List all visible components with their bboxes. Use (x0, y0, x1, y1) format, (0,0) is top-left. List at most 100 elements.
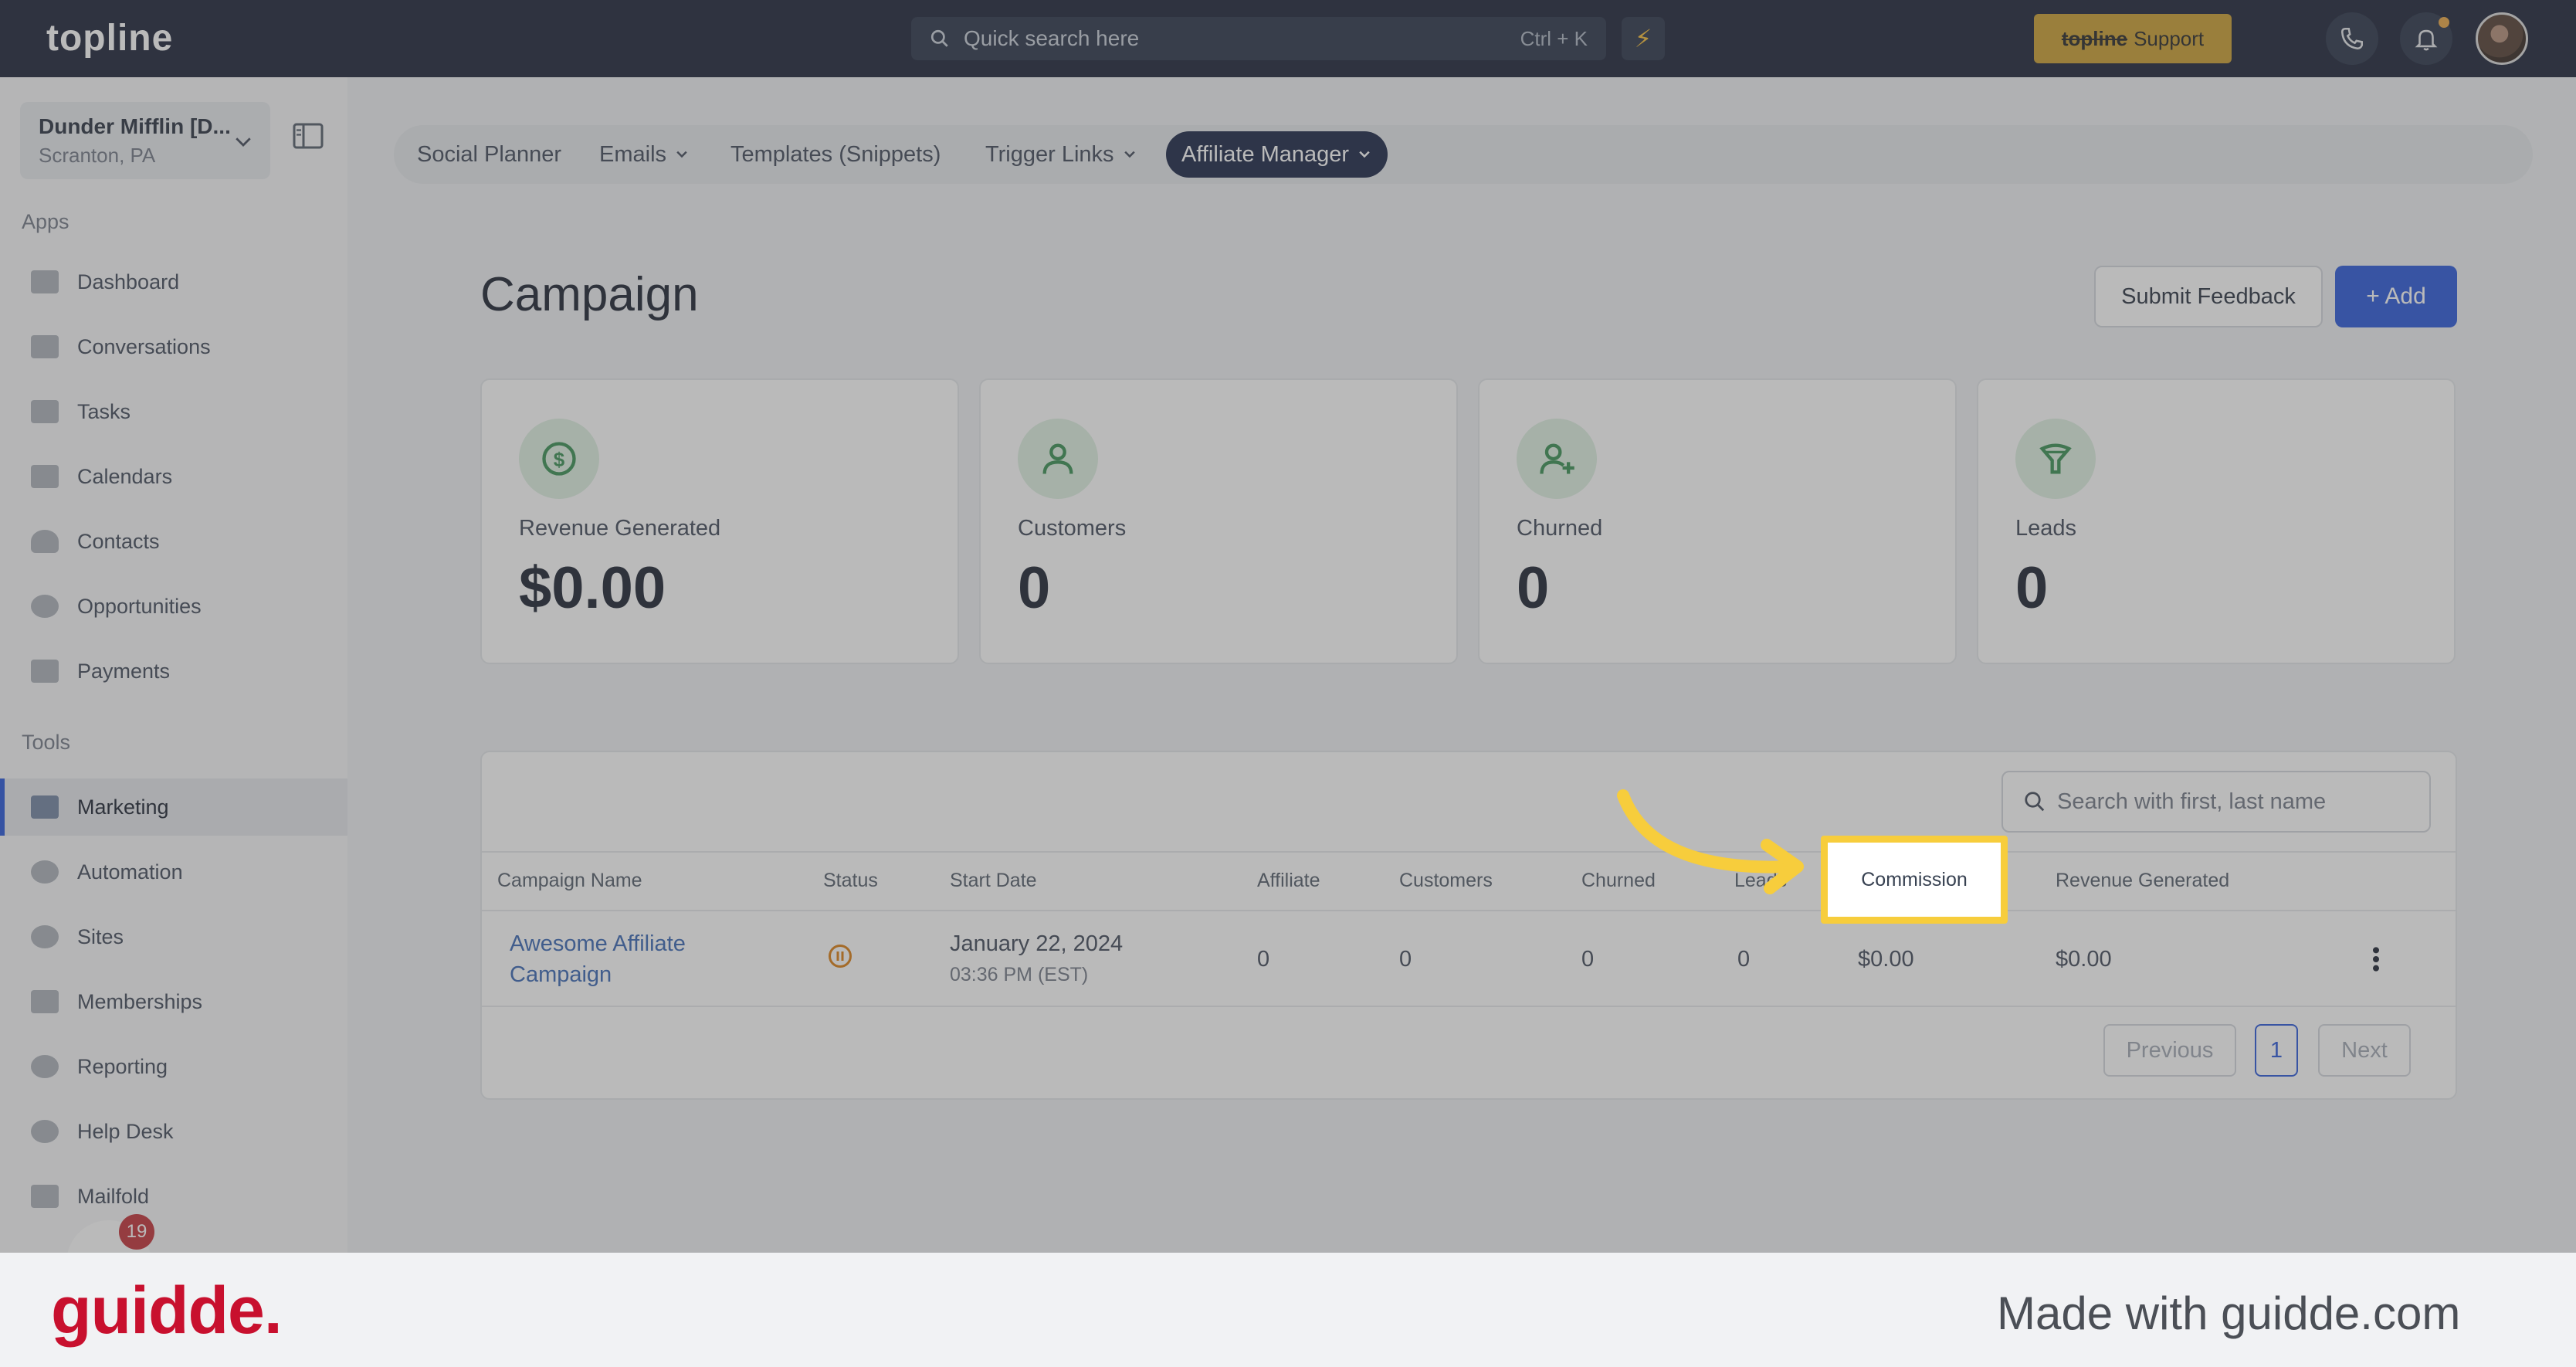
app-logo[interactable]: topline (46, 17, 173, 59)
support-button[interactable]: topline Support (2034, 14, 2232, 63)
column-header-commission[interactable]: Commission (1821, 836, 2008, 924)
add-button[interactable]: + Add (2335, 266, 2457, 327)
chevron-down-icon (676, 151, 687, 158)
sidebar-item-marketing[interactable]: Marketing (0, 778, 347, 836)
sidebar-item-opportunities[interactable]: Opportunities (0, 578, 347, 635)
sidebar-item-label: Conversations (77, 334, 211, 358)
apps-section-label: Apps (22, 210, 69, 233)
row-actions-button[interactable] (2364, 944, 2388, 979)
phone-icon (2340, 27, 2364, 50)
sidebar-item-label: Help Desk (77, 1119, 174, 1143)
table-search-placeholder: Search with first, last name (2057, 789, 2327, 814)
phone-button[interactable] (2326, 12, 2378, 65)
column-header-affiliate[interactable]: Affiliate (1257, 870, 1320, 892)
sidebar-item-automation[interactable]: Automation (0, 843, 347, 901)
campaign-name-link[interactable]: Awesome Affiliate Campaign (510, 928, 686, 990)
tab-label: Affiliate Manager (1181, 141, 1350, 167)
tab-trigger-links[interactable]: Trigger Links (970, 131, 1153, 178)
chevron-down-icon (1124, 151, 1135, 158)
user-avatar[interactable] (2476, 12, 2528, 65)
sidebar-item-contacts[interactable]: Contacts (0, 513, 347, 570)
gears-icon (31, 860, 59, 884)
funnel-icon (2015, 419, 2096, 499)
chat-icon (31, 335, 59, 358)
user-icon (1018, 419, 1098, 499)
stat-card-leads: Leads 0 (1977, 378, 2456, 664)
support-label: Support (2134, 26, 2205, 50)
person-icon (31, 530, 59, 553)
commission-header-label: Commission (1861, 868, 1968, 890)
tab-label: Social Planner (417, 141, 561, 167)
megaphone-icon (31, 795, 59, 819)
revenue-value: $0.00 (2056, 947, 2112, 972)
sidebar-collapse-icon[interactable] (292, 122, 324, 150)
stat-value: 0 (1517, 555, 1550, 621)
sidebar-item-label: Memberships (77, 989, 203, 1013)
table-row-divider (482, 1006, 2456, 1007)
bolt-icon: ⚡ (1634, 25, 1652, 53)
support-brand: topline (2061, 26, 2128, 50)
column-header-start-date[interactable]: Start Date (950, 870, 1037, 892)
mail-icon (31, 1185, 59, 1208)
search-icon (930, 29, 948, 47)
search-shortcut: Ctrl + K (1520, 26, 1588, 50)
column-header-campaign-name[interactable]: Campaign Name (497, 870, 642, 892)
dashboard-icon (31, 270, 59, 293)
dollar-icon: $ (519, 419, 599, 499)
sidebar-item-label: Mailfold (77, 1184, 150, 1208)
svg-text:$: $ (554, 448, 565, 471)
customers-count: 0 (1399, 947, 1412, 972)
globe-icon (31, 925, 59, 948)
sidebar-item-sites[interactable]: Sites (0, 908, 347, 965)
sidebar-item-tasks[interactable]: Tasks (0, 383, 347, 440)
column-header-customers[interactable]: Customers (1399, 870, 1493, 892)
sidebar-item-mailfold[interactable]: Mailfold (0, 1168, 347, 1225)
sidebar-item-label: Opportunities (77, 594, 202, 618)
pagination-page-1[interactable]: 1 (2255, 1024, 2298, 1077)
tab-affiliate-manager[interactable]: Affiliate Manager (1166, 131, 1388, 178)
tab-emails[interactable]: Emails (584, 131, 705, 178)
guidde-logo: guidde. (51, 1274, 283, 1348)
sidebar-item-memberships[interactable]: Memberships (0, 973, 347, 1030)
sidebar-item-label: Marketing (77, 795, 169, 819)
quick-actions-button[interactable]: ⚡ (1622, 17, 1665, 60)
pie-icon (31, 1055, 59, 1078)
made-with-text: Made with guidde.com (1997, 1287, 2461, 1339)
top-bar: topline Quick search here Ctrl + K ⚡ top… (0, 0, 2576, 77)
stat-label: Customers (1018, 516, 1127, 541)
tools-section-label: Tools (22, 731, 71, 754)
stat-card-customers: Customers 0 (979, 378, 1458, 664)
stat-card-revenue: $ Revenue Generated $0.00 (480, 378, 959, 664)
column-header-revenue-generated[interactable]: Revenue Generated (2056, 870, 2229, 892)
tab-social-planner[interactable]: Social Planner (402, 131, 577, 178)
sidebar-item-label: Sites (77, 924, 124, 948)
stat-label: Revenue Generated (519, 516, 721, 541)
sidebar-item-payments[interactable]: Payments (0, 643, 347, 700)
more-vertical-icon (2373, 947, 2379, 972)
sidebar-item-dashboard[interactable]: Dashboard (0, 253, 347, 310)
start-date: January 22, 2024 (950, 931, 1124, 956)
sidebar-item-help-desk[interactable]: Help Desk (0, 1103, 347, 1160)
pagination-previous-button[interactable]: Previous (2103, 1024, 2236, 1077)
submit-feedback-button[interactable]: Submit Feedback (2094, 266, 2323, 327)
sidebar-item-calendars[interactable]: Calendars (0, 448, 347, 505)
search-placeholder: Quick search here (964, 26, 1140, 50)
pagination-next-button[interactable]: Next (2318, 1024, 2411, 1077)
page-title: Campaign (480, 268, 699, 321)
tab-label: Trigger Links (985, 141, 1114, 167)
sidebar-item-reporting[interactable]: Reporting (0, 1038, 347, 1095)
stat-value: $0.00 (519, 555, 666, 621)
clipboard-icon (31, 400, 59, 423)
table-search-input[interactable]: Search with first, last name (2001, 771, 2431, 833)
guidde-footer: guidde. Made with guidde.com (0, 1253, 2576, 1367)
pause-status-icon (826, 942, 854, 974)
column-header-status[interactable]: Status (823, 870, 878, 892)
tab-templates-snippets[interactable]: Templates (Snippets) (715, 131, 956, 178)
sidebar-item-conversations[interactable]: Conversations (0, 318, 347, 375)
calendar-icon (31, 465, 59, 488)
target-icon (31, 595, 59, 618)
sidebar-item-label: Tasks (77, 399, 131, 423)
quick-search-input[interactable]: Quick search here Ctrl + K (911, 17, 1606, 60)
campaign-name-line2: Campaign (510, 962, 612, 987)
location-switcher[interactable]: Dunder Mifflin [D... Scranton, PA (20, 102, 270, 179)
